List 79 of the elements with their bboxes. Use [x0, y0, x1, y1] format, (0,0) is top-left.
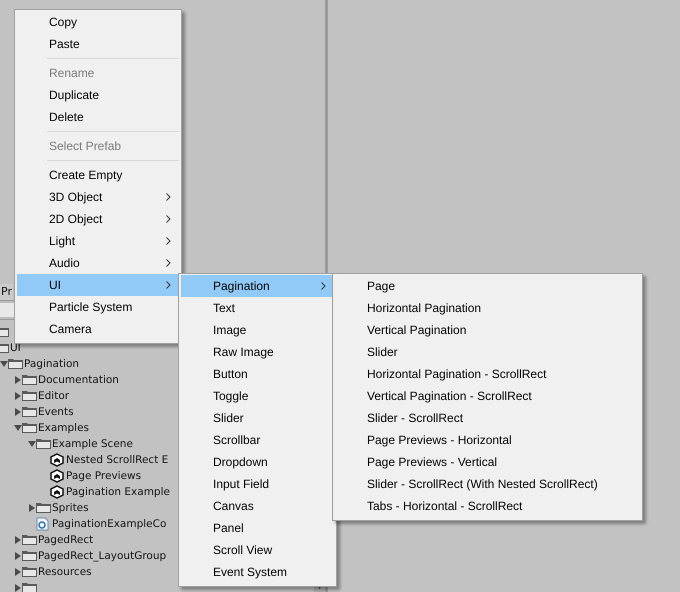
menu-item[interactable]: Audio	[17, 252, 179, 274]
expand-arrow-icon[interactable]	[14, 392, 22, 400]
menu-item[interactable]: Slider	[181, 407, 334, 429]
expand-arrow-icon[interactable]	[28, 504, 36, 512]
unity-cube-icon	[50, 452, 64, 467]
tree-item-label[interactable]: Events	[38, 406, 74, 418]
expand-arrow-icon[interactable]	[14, 552, 22, 560]
menu-item[interactable]: Vertical Pagination	[335, 319, 640, 341]
menu-item[interactable]: Copy	[17, 11, 179, 33]
menu-item[interactable]: Slider - ScrollRect (With Nested ScrollRect)	[335, 473, 640, 495]
menu-item[interactable]: Paste	[17, 33, 179, 55]
tree-item-label[interactable]: UI	[10, 342, 21, 354]
menu-item[interactable]: Text	[181, 297, 334, 319]
menu-item[interactable]: Page Previews - Vertical	[335, 451, 640, 473]
menu-item[interactable]: Create Empty	[17, 164, 179, 186]
menu-item[interactable]: Canvas	[181, 495, 334, 517]
menu-item[interactable]: Light	[17, 230, 179, 252]
unity-cube-icon	[50, 468, 64, 483]
tree-item-label[interactable]: PagedRect	[38, 534, 94, 546]
menu-item[interactable]: Slider	[335, 341, 640, 363]
menu-item[interactable]: Scroll View	[181, 539, 334, 561]
tree-item-label[interactable]: Page Previews	[66, 470, 142, 482]
menu-item[interactable]: Horizontal Pagination	[335, 297, 640, 319]
menu-item[interactable]: Horizontal Pagination - ScrollRect	[335, 363, 640, 385]
menu-item[interactable]: 2D Object	[17, 208, 179, 230]
expand-arrow-icon[interactable]	[14, 376, 22, 384]
menu-item[interactable]: Panel	[181, 517, 334, 539]
folder-icon	[22, 550, 37, 562]
menu-item[interactable]: Page Previews - Horizontal	[335, 429, 640, 451]
folder-icon	[22, 390, 37, 402]
panel-tab[interactable]: Pr	[0, 284, 13, 300]
folder-icon	[22, 534, 37, 546]
menu-item[interactable]: Raw Image	[181, 341, 334, 363]
tree-item-label[interactable]: Sprites	[52, 502, 89, 514]
collapse-arrow-icon[interactable]	[0, 360, 8, 368]
folder-icon	[22, 582, 37, 592]
menu-item[interactable]: Tabs - Horizontal - ScrollRect	[335, 495, 640, 517]
folder-icon	[8, 358, 23, 370]
collapse-arrow-icon[interactable]	[28, 440, 36, 448]
menu-item[interactable]: Page	[335, 275, 640, 297]
menu-item[interactable]: Image	[181, 319, 334, 341]
menu-item[interactable]: Event System	[181, 561, 334, 583]
folder-icon	[36, 502, 51, 514]
folder-icon	[22, 406, 37, 418]
menu-item[interactable]: Dropdown	[181, 451, 334, 473]
folder-icon	[22, 422, 37, 434]
menu-item[interactable]: Toggle	[181, 385, 334, 407]
folder-icon	[22, 374, 37, 386]
menu-item[interactable]: Delete	[17, 106, 179, 128]
menu-item[interactable]: Scrollbar	[181, 429, 334, 451]
tree-item-label[interactable]: PagedRect_LayoutGroup	[38, 550, 166, 562]
expand-arrow-icon[interactable]	[14, 568, 22, 576]
menu-item[interactable]: Camera	[17, 318, 179, 340]
menu-item[interactable]: Particle System	[17, 296, 179, 318]
menu-item[interactable]: Button	[181, 363, 334, 385]
tree-item-label[interactable]: PaginationExampleCo	[52, 518, 166, 530]
tree-item-label[interactable]: Editor	[38, 390, 70, 402]
tree-item-label[interactable]: Resources	[38, 566, 92, 578]
menu-item[interactable]: UI	[17, 274, 179, 296]
expand-arrow-icon[interactable]	[14, 536, 22, 544]
tree-item-label[interactable]: Example Scene	[52, 438, 133, 450]
expand-arrow-icon[interactable]	[14, 584, 22, 592]
menu-item[interactable]: Input Field	[181, 473, 334, 495]
menu-item[interactable]: Duplicate	[17, 84, 179, 106]
menu-item[interactable]: Pagination	[181, 275, 334, 297]
folder-icon	[22, 566, 37, 578]
menu-item[interactable]: Vertical Pagination - ScrollRect	[335, 385, 640, 407]
menu-item[interactable]: Slider - ScrollRect	[335, 407, 640, 429]
tree-item-label[interactable]: Pagination	[24, 358, 80, 370]
folder-icon	[36, 438, 51, 450]
tree-item-label[interactable]: Examples	[38, 422, 90, 434]
script-file-icon	[36, 516, 49, 531]
menu-item[interactable]: 3D Object	[17, 186, 179, 208]
tree-item-label[interactable]: Nested ScrollRect E	[66, 454, 168, 466]
collapse-arrow-icon[interactable]	[14, 424, 22, 432]
expand-arrow-icon[interactable]	[14, 408, 22, 416]
unity-cube-icon	[50, 484, 64, 499]
tree-item-label[interactable]: Documentation	[38, 374, 119, 386]
tree-item-label[interactable]: Pagination Example	[66, 486, 170, 498]
